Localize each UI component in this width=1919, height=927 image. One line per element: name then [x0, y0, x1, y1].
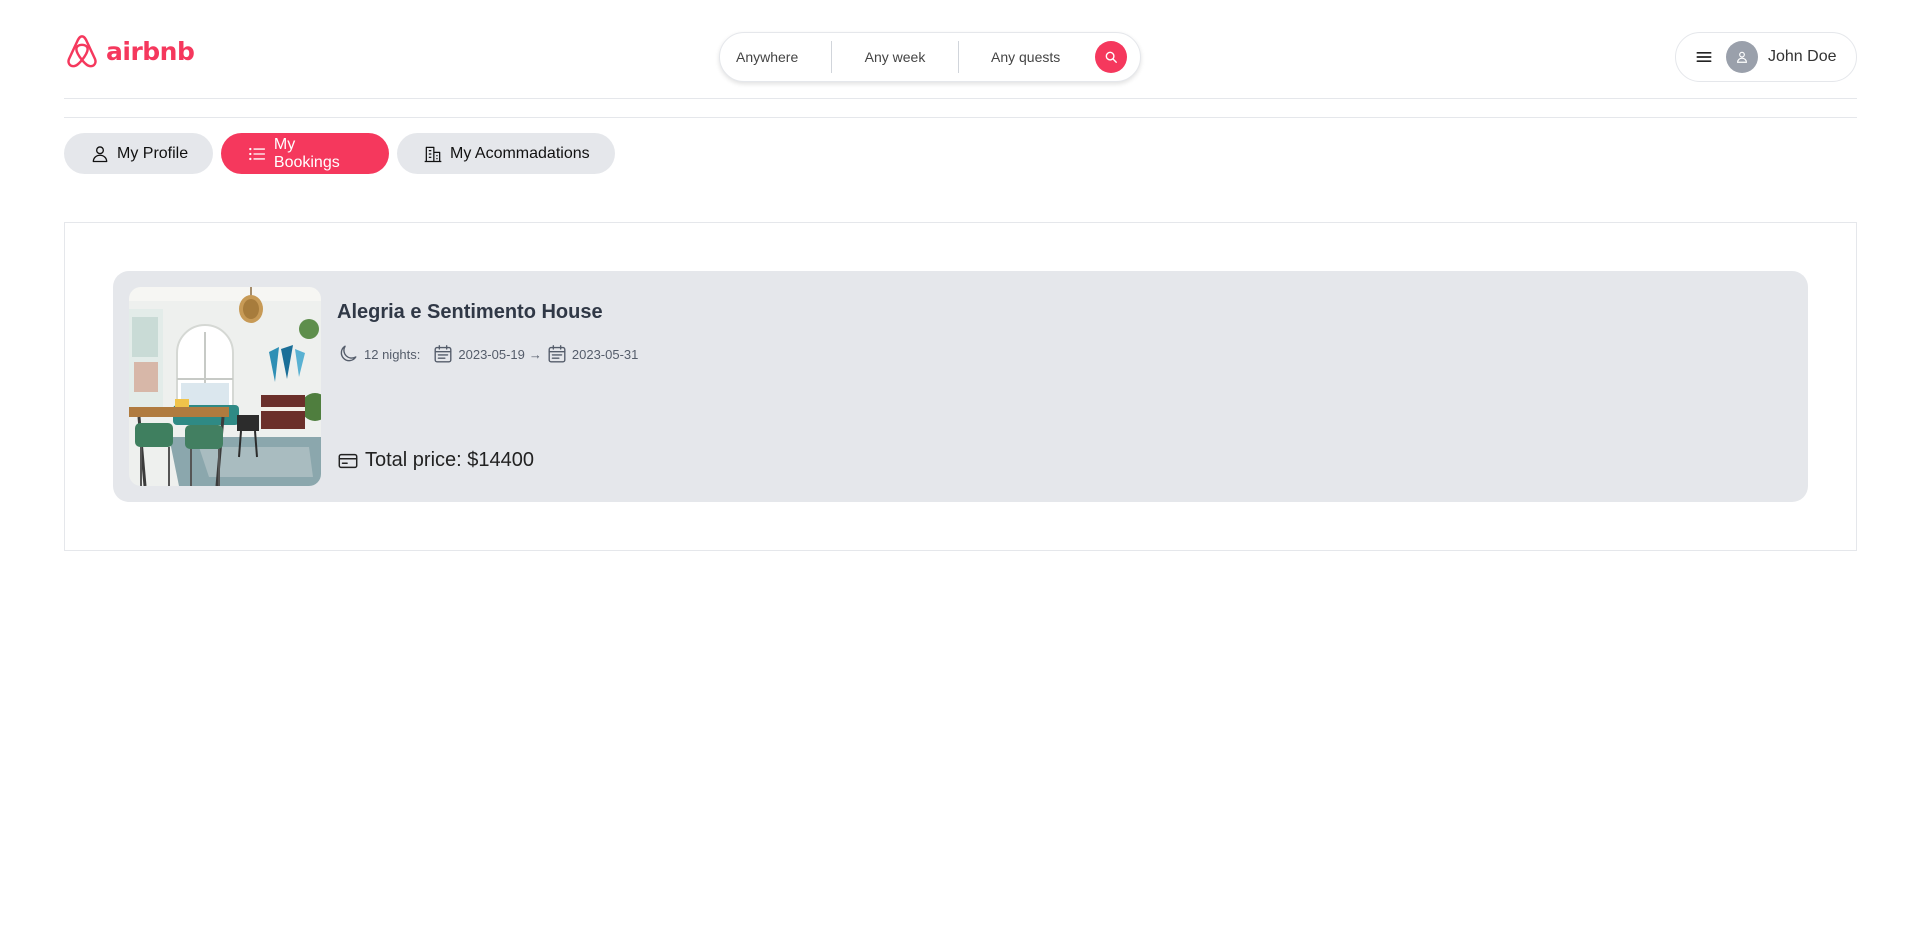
total-price: Total price: $14400: [365, 449, 535, 471]
user-name: John Doe: [1768, 48, 1837, 65]
search-icon: [1105, 51, 1117, 63]
bookings-panel: Alegria e Sentimento House 12 nights: 20…: [64, 222, 1857, 551]
tab-label: My Acommadations: [450, 144, 590, 162]
header: airbnb Anywhere Any week Any quests John…: [64, 0, 1857, 99]
booking-nights: 12 nights:: [364, 346, 421, 362]
moon-icon: [340, 345, 357, 362]
tab-my-profile[interactable]: My Profile: [64, 133, 213, 174]
booking-title: Alegria e Sentimento House: [337, 301, 603, 323]
avatar: [1726, 41, 1758, 73]
date-arrow: →: [528, 346, 542, 362]
hamburger-icon: [1694, 47, 1714, 67]
user-icon: [92, 145, 108, 162]
booking-card[interactable]: Alegria e Sentimento House 12 nights: 20…: [113, 271, 1808, 502]
account-nav: My Profile My Bookings My Acommadations: [64, 133, 615, 174]
user-menu-button[interactable]: John Doe: [1675, 32, 1857, 82]
divider: [64, 117, 1857, 118]
search-where[interactable]: Anywhere: [720, 33, 831, 81]
airbnb-logo-icon: [67, 35, 97, 68]
tab-my-bookings[interactable]: My Bookings: [221, 133, 389, 174]
building-icon: [424, 146, 442, 162]
search-when[interactable]: Any week: [832, 33, 958, 81]
credit-card-icon: [338, 453, 358, 468]
booking-price: Total price: $14400: [337, 449, 534, 472]
booking-dates: 12 nights: 2023-05-19 → 2023-05-31: [337, 343, 638, 365]
search-button[interactable]: [1095, 41, 1127, 73]
logo[interactable]: airbnb: [64, 32, 195, 70]
search-who[interactable]: Any quests: [959, 33, 1095, 81]
calendar-icon: [434, 345, 452, 363]
check-in-date: 2023-05-19: [458, 346, 525, 362]
calendar-icon: [548, 345, 566, 363]
tab-my-acommadations[interactable]: My Acommadations: [397, 133, 615, 174]
user-icon: [1737, 51, 1747, 63]
tab-label: My Profile: [117, 144, 189, 162]
check-out-date: 2023-05-31: [571, 346, 639, 362]
tab-label: My Bookings: [273, 135, 340, 171]
booking-photo: [129, 287, 321, 486]
list-icon: [249, 147, 266, 160]
search-bar[interactable]: Anywhere Any week Any quests: [719, 32, 1141, 82]
logo-text: airbnb: [106, 36, 195, 66]
